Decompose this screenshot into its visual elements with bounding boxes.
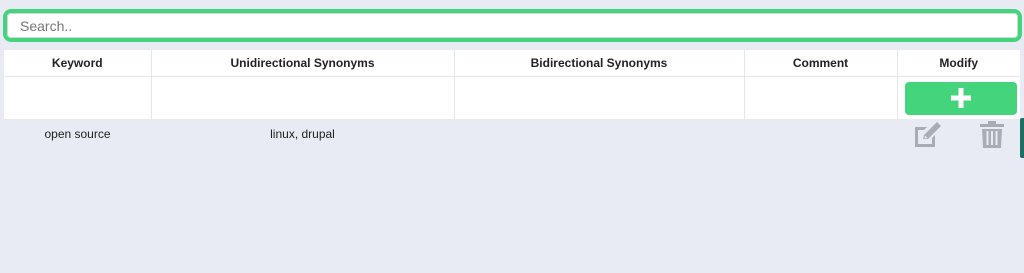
synonyms-table: Keyword Unidirectional Synonyms Bidirect… — [4, 50, 1020, 149]
delete-button[interactable] — [979, 120, 1005, 153]
edit-icon — [915, 122, 941, 147]
add-row-bidirectional-cell — [454, 76, 745, 119]
header-comment: Comment — [744, 50, 898, 77]
header-bidirectional-synonyms: Bidirectional Synonyms — [454, 50, 745, 77]
header-unidirectional-synonyms: Unidirectional Synonyms — [151, 50, 455, 77]
cell-modify — [897, 119, 1020, 149]
header-keyword: Keyword — [4, 50, 152, 77]
side-scroll-handle[interactable] — [1020, 118, 1024, 158]
plus-icon — [950, 88, 971, 108]
cell-keyword: open source — [44, 127, 111, 141]
header-modify: Modify — [897, 50, 1020, 77]
edit-button[interactable] — [912, 120, 944, 153]
search-input[interactable] — [7, 13, 1018, 38]
trash-icon — [980, 121, 1004, 148]
search-box — [3, 9, 1022, 42]
add-row-unidirectional-cell — [151, 76, 455, 119]
add-row-modify-cell — [897, 76, 1020, 119]
add-row — [4, 76, 1020, 119]
add-row-keyword-cell — [4, 76, 152, 119]
cell-unidirectional-synonyms: linux, drupal — [270, 127, 335, 141]
cell-comment — [744, 119, 897, 149]
table-row: open source linux, drupal — [4, 119, 1020, 149]
cell-bidirectional-synonyms — [454, 119, 744, 149]
add-button[interactable] — [904, 81, 1017, 115]
table-header: Keyword Unidirectional Synonyms Bidirect… — [4, 50, 1020, 77]
add-row-comment-cell — [744, 76, 898, 119]
